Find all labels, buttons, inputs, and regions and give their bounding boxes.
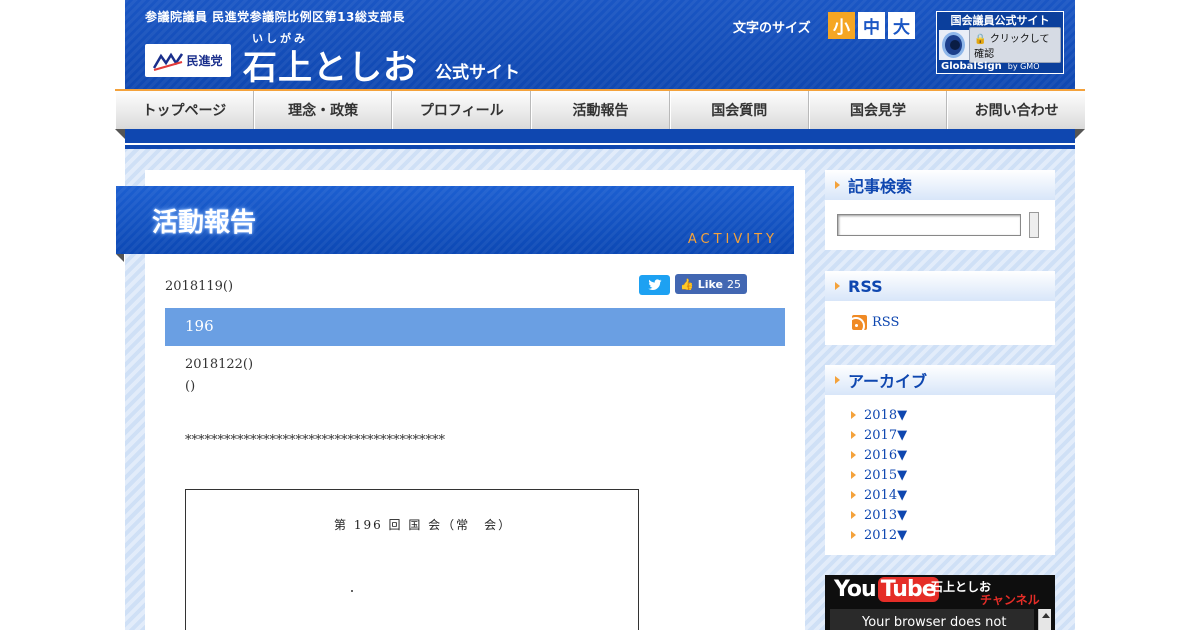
nav-item-top[interactable]: トップページ: [115, 91, 254, 129]
nav-item-policy[interactable]: 理念・政策: [253, 91, 393, 129]
nav-item-activity[interactable]: 活動報告: [531, 91, 670, 129]
document-scan-image: 第 196 回 国 会（常 会）: [185, 489, 639, 630]
section-subtitle: ACTIVITY: [687, 232, 778, 247]
post-title-bar: 196: [165, 308, 785, 346]
search-widget-header: 記事検索: [825, 170, 1055, 200]
youtube-scrollbar[interactable]: [1038, 609, 1051, 630]
youtube-logo[interactable]: You Tube: [834, 577, 939, 602]
nav-item-contact[interactable]: お問い合わせ: [947, 91, 1085, 129]
nav-item-profile[interactable]: プロフィール: [392, 91, 532, 129]
globalsign-brand: GlobalSign by GMO: [941, 61, 1040, 72]
archive-year-2015[interactable]: 2015▼: [851, 465, 907, 485]
archive-year-2016[interactable]: 2016▼: [851, 445, 907, 465]
site-name[interactable]: 石上としお: [243, 40, 418, 89]
archive-year-2018[interactable]: 2018▼: [851, 405, 907, 425]
archive-list: 2018▼ 2017▼ 2016▼ 2015▼ 2014▼ 2013▼ 2012…: [851, 405, 907, 545]
youtube-widget: You Tube 石上としお チャンネル Your browser does no…: [825, 575, 1055, 630]
party-logo-text: 民進党: [186, 54, 223, 68]
post-date: 2018119(): [165, 279, 234, 294]
fb-like-label: Like: [697, 277, 723, 291]
rss-widget-header: RSS: [825, 271, 1055, 301]
archive-year-2013[interactable]: 2013▼: [851, 505, 907, 525]
triangle-bullet-icon: [851, 511, 856, 519]
triangle-bullet-icon: [851, 451, 856, 459]
nav-item-questions[interactable]: 国会質問: [669, 91, 809, 129]
globalsign-verify-button[interactable]: 🔒 クリックして確認: [969, 27, 1061, 63]
post-separator: ****************************************: [185, 433, 445, 448]
archive-year-2014[interactable]: 2014▼: [851, 485, 907, 505]
archive-widget: アーカイブ 2018▼ 2017▼ 2016▼ 2015▼ 2014▼ 2013…: [825, 365, 1055, 555]
search-widget-title: 記事検索: [848, 177, 913, 196]
font-size-small-button[interactable]: 小: [828, 12, 855, 39]
site-suffix: 公式サイト: [435, 63, 520, 83]
rss-link[interactable]: RSS: [852, 315, 899, 330]
twitter-share-button[interactable]: [639, 275, 670, 295]
search-button[interactable]: [1029, 212, 1039, 238]
globalsign-body: 🔒 クリックして確認: [939, 27, 1061, 63]
nav-fold-right: [1075, 129, 1085, 139]
triangle-bullet-icon: [851, 471, 856, 479]
rss-widget-title: RSS: [848, 276, 883, 296]
globalsign-seal[interactable]: 国会議員公式サイト 🔒 クリックして確認 GlobalSign by GMO: [936, 11, 1064, 74]
fb-like-count: 25: [726, 277, 741, 291]
nav-underline: [125, 129, 1075, 149]
header-tagline: 参議院議員 民進党参議院比例区第13総支部長: [145, 10, 405, 24]
section-title: 活動報告: [152, 208, 257, 238]
triangle-bullet-icon: [835, 376, 840, 384]
eye-icon: [942, 32, 966, 58]
archive-widget-header: アーカイブ: [825, 365, 1055, 395]
rss-feed-icon: [852, 315, 867, 330]
youtube-fallback-message: Your browser does not: [862, 615, 1007, 630]
triangle-bullet-icon: [851, 411, 856, 419]
site-header: 参議院議員 民進党参議院比例区第13総支部長 民進党 いしがみ 石上としお 公式…: [125, 0, 1075, 92]
party-mark-icon: [153, 52, 184, 71]
main-nav: トップページ 理念・政策 プロフィール 活動報告 国会質問 国会見学 お問い合わ…: [115, 89, 1085, 129]
search-input[interactable]: [837, 214, 1021, 236]
youtube-channel-label: チャンネル: [980, 593, 1040, 607]
party-logo[interactable]: 民進党: [145, 44, 231, 77]
triangle-bullet-icon: [851, 491, 856, 499]
archive-widget-title: アーカイブ: [848, 372, 928, 391]
font-size-label: 文字のサイズ: [733, 21, 811, 36]
search-widget: 記事検索: [825, 170, 1055, 250]
section-banner: 活動報告 ACTIVITY: [116, 186, 794, 254]
post-body-paren: (): [185, 379, 196, 394]
triangle-bullet-icon: [851, 531, 856, 539]
twitter-bird-icon: [647, 279, 662, 290]
triangle-bullet-icon: [851, 431, 856, 439]
triangle-bullet-icon: [835, 282, 840, 290]
facebook-like-button[interactable]: 👍 Like 25: [675, 274, 747, 294]
archive-year-2012[interactable]: 2012▼: [851, 525, 907, 545]
youtube-embed-frame: Your browser does not: [830, 609, 1034, 630]
thumbs-up-icon: 👍: [680, 277, 694, 291]
banner-fold: [116, 254, 124, 262]
font-size-medium-button[interactable]: 中: [858, 12, 885, 39]
post-title[interactable]: 196: [185, 317, 214, 335]
font-size-large-button[interactable]: 大: [888, 12, 915, 39]
triangle-bullet-icon: [835, 181, 840, 189]
nav-fold-left: [115, 129, 125, 139]
post-body-date: 2018122(): [185, 357, 254, 372]
rss-widget: RSS RSS: [825, 271, 1055, 345]
archive-year-2017[interactable]: 2017▼: [851, 425, 907, 445]
nav-item-tour[interactable]: 国会見学: [808, 91, 948, 129]
document-heading: 第 196 回 国 会（常 会）: [334, 518, 513, 532]
document-mark: [351, 590, 353, 592]
rss-link-label: RSS: [872, 315, 900, 330]
